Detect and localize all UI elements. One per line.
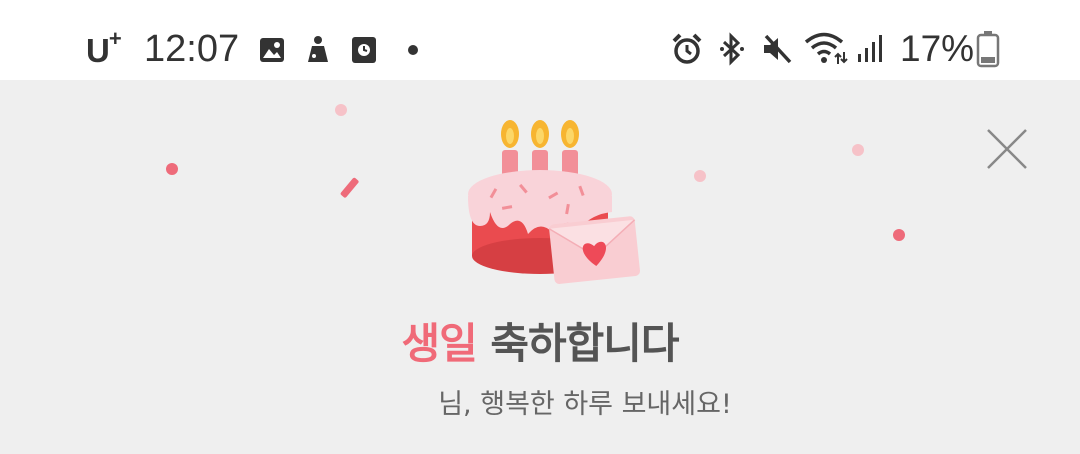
game-icon <box>308 36 328 62</box>
title-accent: 생일 <box>401 319 477 368</box>
clock-time: 12:07 <box>144 28 240 70</box>
birthday-banner: 생일 축하합니다 님, 행복한 하루 보내세요! <box>0 80 1080 454</box>
gallery-icon <box>260 38 284 62</box>
banner-title: 생일 축하합니다 <box>0 310 1080 371</box>
status-bar: U+ 12:07 17% <box>0 0 1080 80</box>
banner-subtitle: 님, 행복한 하루 보내세요! <box>438 389 732 420</box>
birthday-cake-illustration <box>468 120 640 284</box>
carrier-label: U+ <box>86 26 122 69</box>
bluetooth-icon <box>720 32 744 66</box>
mute-icon <box>764 34 792 64</box>
close-button[interactable] <box>982 124 1032 174</box>
battery-icon <box>976 31 1000 68</box>
signal-icon <box>858 35 882 62</box>
wifi-icon <box>804 32 848 64</box>
battery-percent: 17% <box>900 28 975 69</box>
alarm-icon <box>672 33 702 64</box>
dot-icon <box>408 45 418 55</box>
clock-app-icon <box>352 37 376 63</box>
title-rest: 축하합니다 <box>476 319 679 368</box>
